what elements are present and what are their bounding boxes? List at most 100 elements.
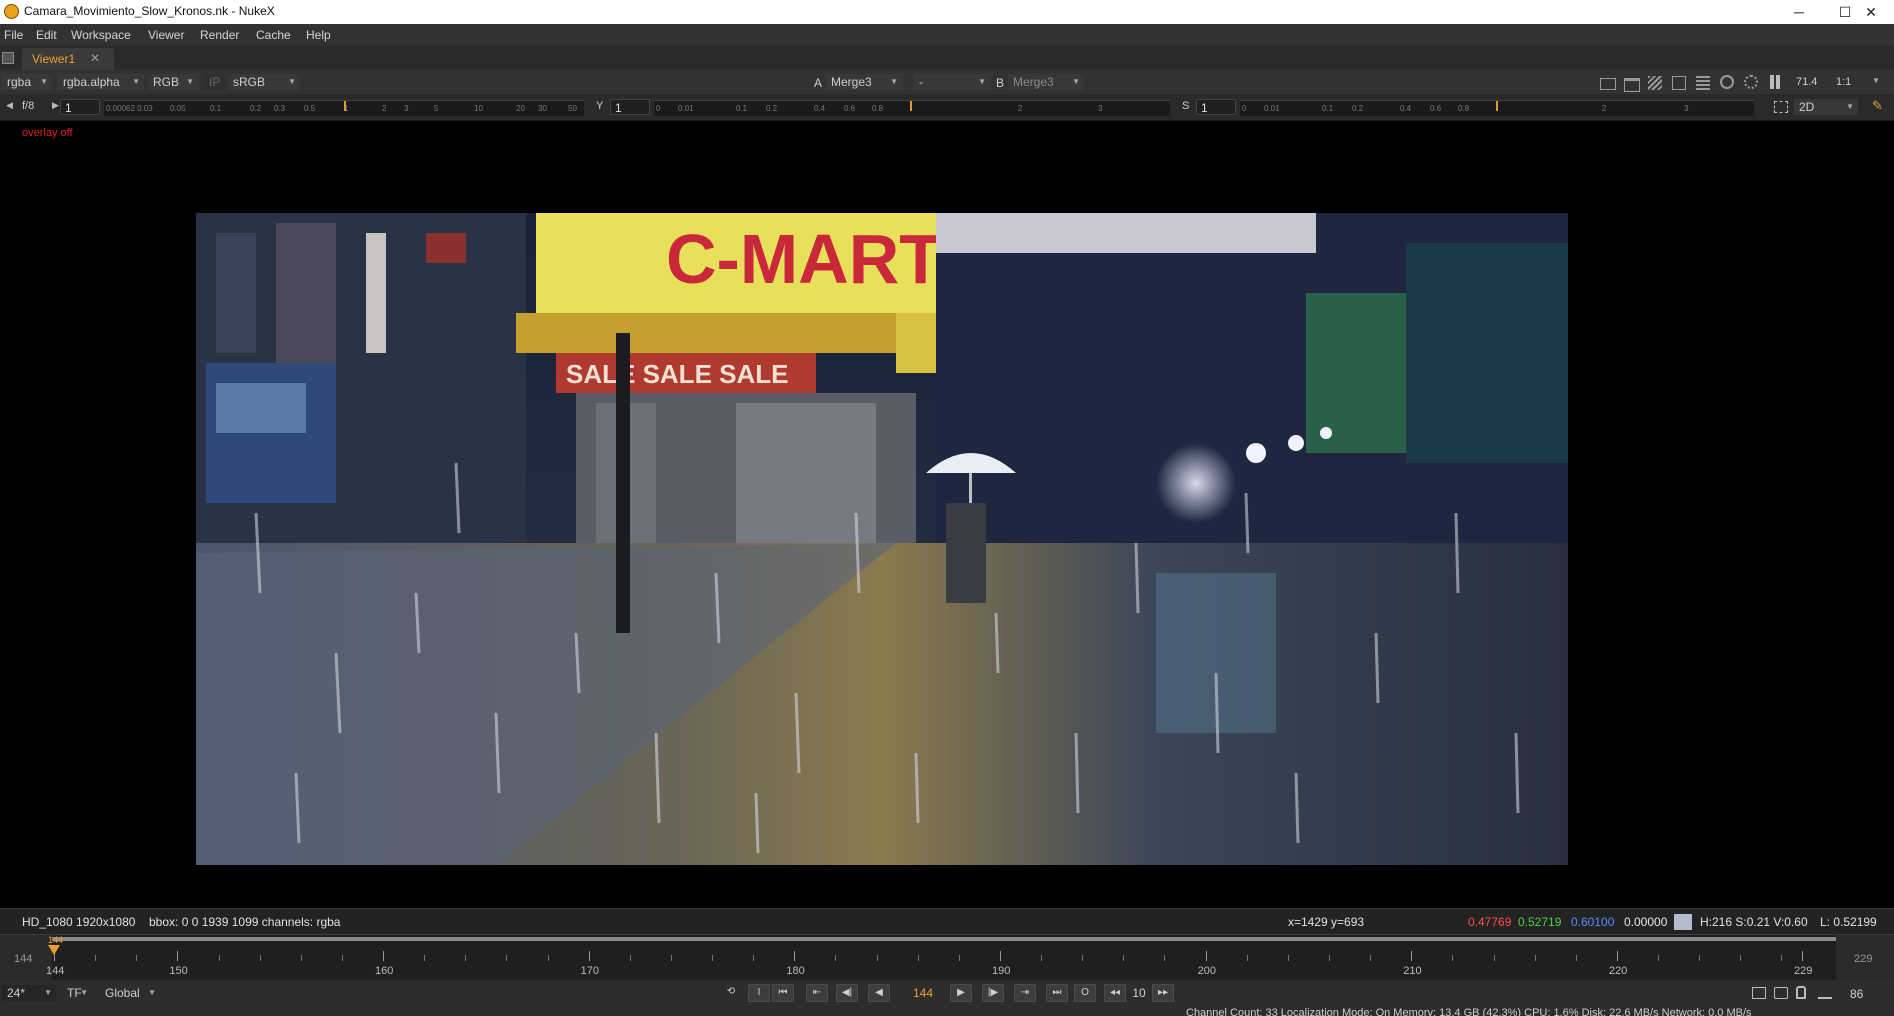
skip-back-increment-icon[interactable]: ◂◂ bbox=[1104, 984, 1126, 1002]
last-frame-icon[interactable]: ⏭ bbox=[1046, 984, 1068, 1002]
step-back-icon[interactable]: ◀| bbox=[836, 984, 858, 1002]
channels-dropdown[interactable]: rgba ▼ bbox=[2, 74, 52, 90]
timeline-tick bbox=[835, 955, 837, 961]
out-point-box[interactable]: 229 bbox=[1836, 935, 1894, 981]
frame-increment-field[interactable]: 10 bbox=[1128, 984, 1150, 1002]
timeline-tick bbox=[958, 955, 960, 961]
layers-icon[interactable] bbox=[1672, 76, 1686, 90]
fstop-label: f/8 bbox=[22, 100, 35, 112]
timeline-range-bar bbox=[52, 937, 1836, 941]
pane-menu-icon[interactable] bbox=[2, 52, 14, 64]
settings-gear-icon[interactable] bbox=[1744, 75, 1758, 89]
window-icon[interactable] bbox=[1624, 78, 1640, 92]
cursor-coords: x=1429 y=693 bbox=[1288, 915, 1365, 929]
input-a-dropdown[interactable]: Merge3 ▼ bbox=[826, 74, 902, 90]
chevron-down-icon: ▼ bbox=[1072, 77, 1080, 86]
menu-viewer[interactable]: Viewer bbox=[148, 28, 184, 42]
saturation-slider[interactable]: 0 0.01 0.1 0.2 0.4 0.6 0.8 2 3 bbox=[1240, 100, 1754, 116]
timeline[interactable]: 144 144 150 160 170 180 190 200 210 220 229 144 22… bbox=[0, 934, 1894, 981]
flipbook-icon[interactable] bbox=[1752, 987, 1766, 999]
first-frame-icon[interactable]: ⏮ bbox=[772, 984, 794, 1002]
paint-brush-icon[interactable]: ✎ bbox=[1872, 98, 1883, 114]
view-mode-dropdown[interactable]: 2D ▼ bbox=[1794, 99, 1858, 115]
timeline-label: 220 bbox=[1608, 965, 1628, 977]
timeline-tick bbox=[1493, 955, 1495, 961]
chevron-down-icon: ▼ bbox=[1846, 102, 1854, 111]
timeline-tick bbox=[1802, 951, 1803, 961]
menu-help[interactable]: Help bbox=[306, 28, 331, 42]
next-keyframe-icon[interactable]: ⇥ bbox=[1014, 984, 1036, 1002]
green-value: 0.52719 bbox=[1518, 915, 1562, 929]
fps-value: 24* bbox=[7, 986, 26, 1000]
status-bar: Channel Count: 33 Localization Mode: On … bbox=[0, 1006, 1894, 1016]
play-forward-icon[interactable]: ▶ bbox=[950, 984, 972, 1002]
minimize-button[interactable]: ─ bbox=[1776, 0, 1822, 24]
capture-icon[interactable] bbox=[1774, 987, 1788, 999]
play-backward-icon[interactable]: ◀ bbox=[868, 984, 890, 1002]
playhead[interactable] bbox=[48, 945, 60, 955]
composite-dropdown[interactable]: - ▼ bbox=[914, 74, 990, 90]
previous-keyframe-icon[interactable]: ⇤ bbox=[806, 984, 828, 1002]
timeline-tick bbox=[341, 955, 343, 961]
menu-cache[interactable]: Cache bbox=[256, 28, 291, 42]
timeline-tick bbox=[917, 955, 919, 961]
saturation-field[interactable]: 1 bbox=[1196, 99, 1236, 115]
gain-slider[interactable]: 0.00062 0.03 0.05 0.1 0.2 0.3 0.5 1 2 3 5 10 20 30 50 bbox=[104, 100, 584, 116]
gain-field[interactable]: 1 bbox=[60, 99, 100, 115]
input-b-dropdown[interactable]: Merge3 ▼ bbox=[1008, 74, 1084, 90]
title-bar: Camara_Movimiento_Slow_Kronos.nk - NukeX… bbox=[0, 0, 1894, 24]
end-value: 86 bbox=[1850, 987, 1864, 1001]
tab-viewer1[interactable]: Viewer1 ✕ bbox=[22, 48, 114, 70]
menu-edit[interactable]: Edit bbox=[36, 28, 57, 42]
lines-icon[interactable] bbox=[1696, 76, 1710, 90]
checker-icon[interactable] bbox=[1648, 76, 1662, 90]
saturation-handle[interactable] bbox=[1496, 101, 1498, 111]
timeline-tick bbox=[588, 951, 590, 961]
current-frame-field[interactable]: 144 bbox=[906, 984, 940, 1002]
viewer-canvas[interactable]: overlay off C-MART SALE SALE SALE bbox=[0, 121, 1894, 908]
step-forward-icon[interactable]: |▶ bbox=[982, 984, 1004, 1002]
skip-forward-increment-icon[interactable]: ▸▸ bbox=[1152, 984, 1174, 1002]
gamma-slider[interactable]: 0 0.01 0.1 0.2 0.4 0.6 0.8 2 3 bbox=[654, 100, 1170, 116]
scope-dropdown[interactable]: Global ▼ bbox=[100, 985, 160, 1001]
timeline-ruler[interactable]: 144 150 160 170 180 190 200 210 220 229 144 bbox=[46, 935, 1836, 981]
menu-workspace[interactable]: Workspace bbox=[71, 28, 131, 42]
gamma-field[interactable]: 1 bbox=[610, 99, 650, 115]
zoom-level[interactable]: 71.4 bbox=[1796, 76, 1817, 88]
lock-icon[interactable] bbox=[1796, 986, 1806, 999]
display-dropdown[interactable]: RGB ▼ bbox=[148, 74, 198, 90]
tf-dropdown[interactable]: TF ▼ bbox=[62, 985, 92, 1001]
ip-toggle[interactable]: IP bbox=[204, 74, 224, 90]
refresh-icon[interactable] bbox=[1720, 75, 1734, 89]
close-window-button[interactable]: ✕ bbox=[1848, 0, 1894, 24]
timeline-tick bbox=[1699, 955, 1701, 961]
tab-close-icon[interactable]: ✕ bbox=[90, 51, 100, 65]
pixel-ratio[interactable]: 1:1 bbox=[1836, 76, 1851, 88]
fps-dropdown[interactable]: 24* ▼ bbox=[2, 985, 56, 1001]
playback-mode-icon[interactable]: ⟲ bbox=[720, 984, 742, 1002]
lut-dropdown[interactable]: sRGB ▼ bbox=[228, 74, 300, 90]
region-select-icon[interactable] bbox=[1774, 101, 1788, 113]
timeline-tick bbox=[1041, 955, 1043, 961]
timeline-label: 200 bbox=[1197, 965, 1216, 977]
fstop-up-icon[interactable]: ▶ bbox=[52, 100, 59, 111]
timeline-label: 170 bbox=[580, 965, 600, 977]
set-out-point-icon[interactable]: O bbox=[1074, 984, 1096, 1002]
layer-dropdown[interactable]: rgba.alpha ▼ bbox=[58, 74, 144, 90]
menu-render[interactable]: Render bbox=[200, 28, 239, 42]
pause-icon[interactable] bbox=[1770, 75, 1774, 89]
viewer-toolbar: rgba ▼ rgba.alpha ▼ RGB ▼ IP sRGB ▼ A Merge3… bbox=[0, 70, 1894, 94]
nuke-app-icon bbox=[4, 4, 19, 19]
fstop-down-icon[interactable]: ◀ bbox=[6, 100, 13, 111]
in-point-box[interactable]: 144 bbox=[0, 935, 52, 981]
tab-label: Viewer1 bbox=[32, 52, 76, 66]
gain-handle[interactable] bbox=[344, 101, 346, 111]
menu-file[interactable]: File bbox=[4, 28, 23, 42]
gamma-handle[interactable] bbox=[910, 101, 912, 111]
export-icon[interactable] bbox=[1818, 987, 1832, 999]
chevron-down-icon[interactable]: ▼ bbox=[1872, 76, 1880, 85]
roi-icon[interactable] bbox=[1600, 78, 1616, 90]
timeline-tick bbox=[1205, 951, 1207, 961]
timeline-tick bbox=[1246, 955, 1248, 961]
set-in-point-icon[interactable]: I bbox=[748, 984, 770, 1002]
